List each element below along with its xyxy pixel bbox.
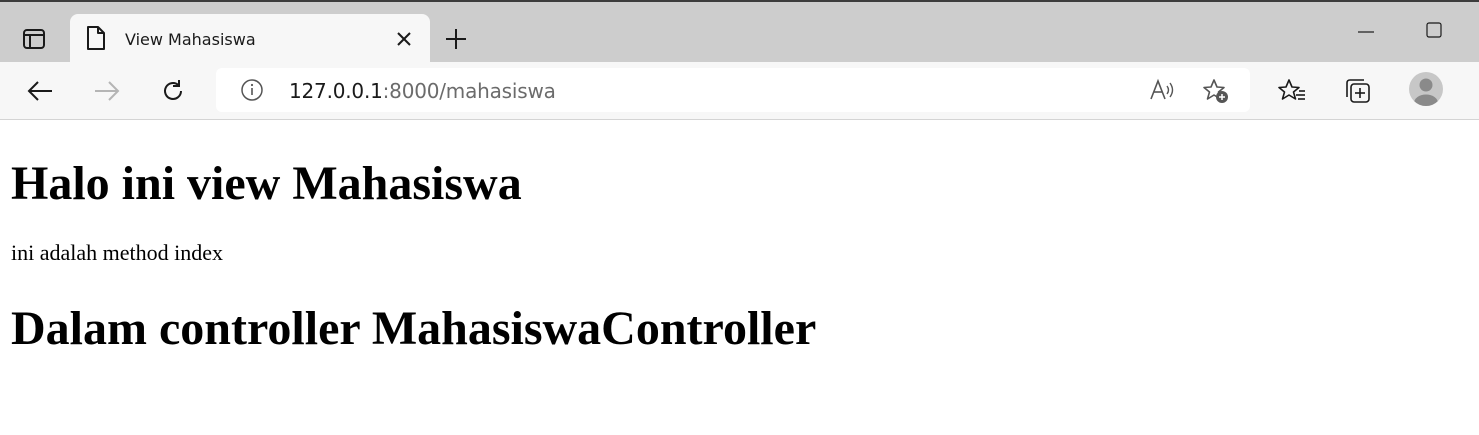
favorites-icon[interactable] xyxy=(1276,75,1308,107)
browser-toolbar: 127.0.0.1:8000/mahasiswa xyxy=(0,62,1479,120)
plus-icon[interactable] xyxy=(441,24,471,54)
minimize-icon[interactable] xyxy=(1356,24,1376,40)
browser-titlebar: View Mahasiswa xyxy=(0,0,1479,64)
page-paragraph: ini adalah method index xyxy=(11,240,223,265)
url-path: :8000/mahasiswa xyxy=(382,79,556,103)
maximize-icon[interactable] xyxy=(1424,20,1444,40)
read-aloud-icon[interactable] xyxy=(1148,78,1176,107)
back-arrow-icon[interactable] xyxy=(24,75,56,107)
page-heading-main: Halo ini view Mahasiswa xyxy=(11,157,522,210)
profile-avatar[interactable] xyxy=(1409,72,1443,106)
page-icon xyxy=(86,26,106,55)
page-heading-controller: Dalam controller MahasiswaController xyxy=(11,302,817,355)
collections-icon[interactable] xyxy=(1342,75,1374,107)
info-icon[interactable] xyxy=(240,78,264,107)
url-text[interactable]: 127.0.0.1:8000/mahasiswa xyxy=(289,79,556,103)
forward-arrow-icon[interactable] xyxy=(91,75,123,107)
tab-actions-icon[interactable] xyxy=(16,24,52,54)
add-favorite-icon[interactable] xyxy=(1202,78,1230,109)
refresh-icon[interactable] xyxy=(157,75,189,107)
url-host: 127.0.0.1 xyxy=(289,79,383,103)
address-bar[interactable]: 127.0.0.1:8000/mahasiswa xyxy=(216,68,1250,112)
tab-title: View Mahasiswa xyxy=(125,30,256,49)
page-content: Halo ini view Mahasiswa ini adalah metho… xyxy=(0,120,1479,435)
close-icon[interactable] xyxy=(392,27,416,51)
browser-tab-active[interactable]: View Mahasiswa xyxy=(70,14,430,64)
